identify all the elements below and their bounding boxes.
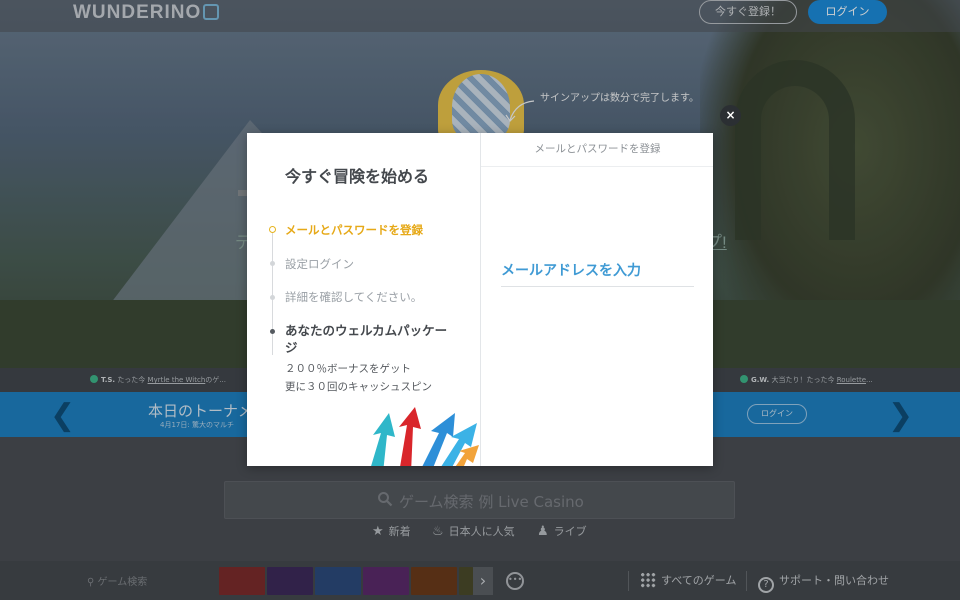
step-dot-icon <box>270 261 275 266</box>
step-settings-login: 設定ログイン <box>285 257 354 271</box>
email-field[interactable]: メールアドレスを入力 <box>501 260 641 280</box>
modal-steps-panel: 今すぐ冒険を始める メールとパスワードを登録 設定ログイン 詳細を確認してくださ… <box>247 133 480 466</box>
modal-title: 今すぐ冒険を始める <box>285 167 430 186</box>
steps-line <box>272 230 273 355</box>
bonus-line: ２００％ボーナスをゲット <box>285 363 411 375</box>
step-dot-icon <box>270 295 275 300</box>
email-field-underline <box>501 286 694 287</box>
step-active-icon <box>269 226 276 233</box>
step-email-password: メールとパスワードを登録 <box>285 223 423 237</box>
step-confirm-details: 詳細を確認してください。 <box>285 290 423 304</box>
form-step-header: メールとパスワードを登録 <box>481 133 713 167</box>
modal-form-panel: メールとパスワードを登録 メールアドレスを入力 <box>480 133 713 466</box>
step-dot-icon <box>270 329 275 334</box>
close-icon[interactable]: × <box>720 105 741 126</box>
step-welcome-package: あなたのウェルカムパッケージ <box>285 323 448 355</box>
signup-modal: 今すぐ冒険を始める メールとパスワードを登録 設定ログイン 詳細を確認してくださ… <box>247 133 713 466</box>
arrows-decoration-icon <box>371 407 479 466</box>
bonus-line: 更に３０回のキャッシュスピン <box>285 381 432 393</box>
